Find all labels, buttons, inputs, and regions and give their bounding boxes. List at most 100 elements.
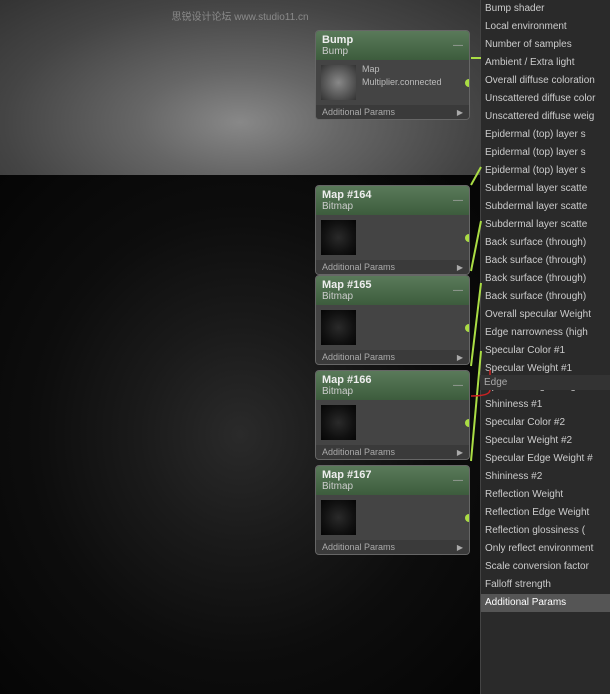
node-title-line1-bump: Bump: [322, 34, 353, 46]
node-field: Map: [362, 63, 466, 76]
node-map167[interactable]: Map #167Bitmap — Additional Params ▶: [315, 465, 470, 555]
node-header-map167: Map #167Bitmap —: [316, 466, 469, 495]
rp-item-22: Shininess #1: [481, 396, 610, 414]
node-conn-dot-map167: [465, 514, 470, 522]
node-title-line1-map165: Map #165: [322, 279, 372, 291]
node-fields-map167: [362, 498, 466, 537]
node-body-map166: [316, 400, 469, 445]
node-footer-map164[interactable]: Additional Params ▶: [316, 260, 469, 274]
rp-item-15: Back surface (through): [481, 270, 610, 288]
node-footer-arrow-bump: ▶: [457, 108, 463, 117]
node-title-map165: Map #165Bitmap: [322, 279, 372, 302]
node-header-map165: Map #165Bitmap —: [316, 276, 469, 305]
rp-item-19: Specular Color #1: [481, 342, 610, 360]
rp-item-0: Bump shader: [481, 0, 610, 18]
node-title-line2-map165: Bitmap: [322, 291, 372, 302]
node-footer-map167[interactable]: Additional Params ▶: [316, 540, 469, 554]
node-map165[interactable]: Map #165Bitmap — Additional Params ▶: [315, 275, 470, 365]
node-fields-bump: MapMultiplier.connected: [362, 63, 466, 102]
node-body-map167: [316, 495, 469, 540]
node-footer-label-bump: Additional Params: [322, 107, 395, 117]
node-footer-map165[interactable]: Additional Params ▶: [316, 350, 469, 364]
rp-item-28: Reflection Edge Weight: [481, 504, 610, 522]
rp-item-10: Subdermal layer scatte: [481, 180, 610, 198]
rp-item-3: Ambient / Extra light: [481, 54, 610, 72]
node-header-map166: Map #166Bitmap —: [316, 371, 469, 400]
rp-item-7: Epidermal (top) layer s: [481, 126, 610, 144]
rp-item-25: Specular Edge Weight #: [481, 450, 610, 468]
node-footer-label-map167: Additional Params: [322, 542, 395, 552]
rp-item-12: Subdermal layer scatte: [481, 216, 610, 234]
rp-item-33: Additional Params: [481, 594, 610, 612]
node-fields-map166: [362, 403, 466, 442]
node-title-line2-map167: Bitmap: [322, 481, 372, 492]
rp-item-23: Specular Color #2: [481, 414, 610, 432]
rp-item-11: Subdermal layer scatte: [481, 198, 610, 216]
node-conn-dot-map164: [465, 234, 470, 242]
node-title-line2-map164: Bitmap: [322, 201, 372, 212]
node-footer-arrow-map167: ▶: [457, 543, 463, 552]
node-body-bump: MapMultiplier.connected: [316, 60, 469, 105]
node-dash-map167: —: [453, 475, 463, 486]
node-title-line1-map167: Map #167: [322, 469, 372, 481]
rp-item-14: Back surface (through): [481, 252, 610, 270]
node-conn-dot-map166: [465, 419, 470, 427]
rp-item-29: Reflection glossiness (: [481, 522, 610, 540]
right-panel: Bump shaderLocal environmentNumber of sa…: [480, 0, 610, 694]
rp-item-18: Edge narrowness (high: [481, 324, 610, 342]
node-thumbnail-map164: [321, 220, 356, 255]
node-title-map164: Map #164Bitmap: [322, 189, 372, 212]
node-dash-map166: —: [453, 380, 463, 391]
node-footer-arrow-map166: ▶: [457, 448, 463, 457]
rp-item-27: Reflection Weight: [481, 486, 610, 504]
node-dash-map165: —: [453, 285, 463, 296]
node-footer-label-map165: Additional Params: [322, 352, 395, 362]
edge-label: Edge: [480, 375, 610, 390]
rp-item-2: Number of samples: [481, 36, 610, 54]
node-conn-dot-bump: [465, 79, 470, 87]
rp-item-4: Overall diffuse coloration: [481, 72, 610, 90]
node-field: Multiplier.connected: [362, 76, 466, 89]
node-map164[interactable]: Map #164Bitmap — Additional Params ▶: [315, 185, 470, 275]
rp-item-8: Epidermal (top) layer s: [481, 144, 610, 162]
nodes-layer: BumpBump — MapMultiplier.connected Addition…: [315, 30, 480, 690]
rp-item-16: Back surface (through): [481, 288, 610, 306]
node-map166[interactable]: Map #166Bitmap — Additional Params ▶: [315, 370, 470, 460]
right-panel-items: Bump shaderLocal environmentNumber of sa…: [481, 0, 610, 612]
rp-item-24: Specular Weight #2: [481, 432, 610, 450]
rp-item-1: Local environment: [481, 18, 610, 36]
node-body-map165: [316, 305, 469, 350]
rp-item-9: Epidermal (top) layer s: [481, 162, 610, 180]
node-thumbnail-map167: [321, 500, 356, 535]
rp-item-26: Shininess #2: [481, 468, 610, 486]
node-thumbnail-bump: [321, 65, 356, 100]
node-thumbnail-map165: [321, 310, 356, 345]
node-bump[interactable]: BumpBump — MapMultiplier.connected Addition…: [315, 30, 470, 120]
node-fields-map164: [362, 218, 466, 257]
node-footer-label-map166: Additional Params: [322, 447, 395, 457]
node-header-map164: Map #164Bitmap —: [316, 186, 469, 215]
node-title-map166: Map #166Bitmap: [322, 374, 372, 397]
rp-item-6: Unscattered diffuse weig: [481, 108, 610, 126]
node-footer-bump[interactable]: Additional Params ▶: [316, 105, 469, 119]
watermark: 思锐设计论坛 www.studio11.cn: [0, 8, 480, 23]
node-footer-label-map164: Additional Params: [322, 262, 395, 272]
node-title-line2-map166: Bitmap: [322, 386, 372, 397]
node-thumbnail-map166: [321, 405, 356, 440]
node-title-line1-map164: Map #164: [322, 189, 372, 201]
node-title-bump: BumpBump: [322, 34, 353, 57]
node-header-bump: BumpBump —: [316, 31, 469, 60]
node-dash-map164: —: [453, 195, 463, 206]
node-footer-arrow-map165: ▶: [457, 353, 463, 362]
rp-item-13: Back surface (through): [481, 234, 610, 252]
node-footer-arrow-map164: ▶: [457, 263, 463, 272]
node-dash-bump: —: [453, 40, 463, 51]
node-title-map167: Map #167Bitmap: [322, 469, 372, 492]
rp-item-17: Overall specular Weight: [481, 306, 610, 324]
rp-item-30: Only reflect environment: [481, 540, 610, 558]
node-title-line2-bump: Bump: [322, 46, 353, 57]
rp-item-5: Unscattered diffuse color: [481, 90, 610, 108]
node-title-line1-map166: Map #166: [322, 374, 372, 386]
node-footer-map166[interactable]: Additional Params ▶: [316, 445, 469, 459]
rp-item-32: Falloff strength: [481, 576, 610, 594]
